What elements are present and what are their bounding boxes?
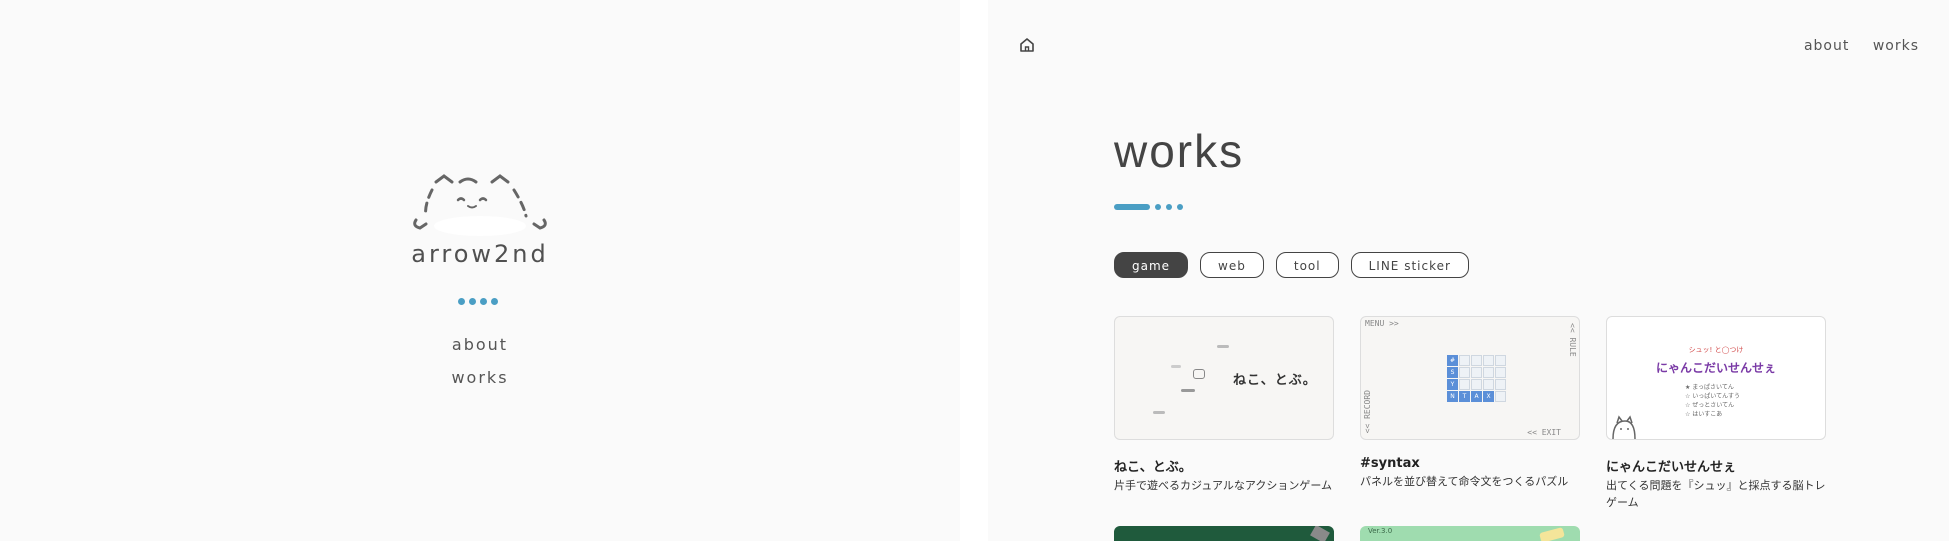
work-title: ねこ、とぶ。 xyxy=(1114,460,1192,475)
thumb-menu: MENU >> xyxy=(1365,319,1399,328)
work-desc: 出てくる問題を『シュッ』と採点する脳トレゲーム xyxy=(1606,479,1826,509)
header-nav: about works xyxy=(1786,38,1919,54)
work-title: にゃんこだいせんせぇ xyxy=(1606,460,1737,475)
thumb-subtitle: シュッ! と◯つけ xyxy=(1688,346,1744,354)
work-thumbnail-partial[interactable] xyxy=(1114,526,1334,541)
brand-name: arrow2nd xyxy=(411,240,549,268)
work-thumbnail[interactable]: シュッ! と◯つけ にゃんこだいせんせぇ ★ まっぱさいてん ☆ いっぱいてんす… xyxy=(1606,316,1826,440)
brand-dots xyxy=(458,298,498,305)
work-desc: パネルを並び替えて命令文をつくるパズル xyxy=(1360,475,1569,488)
work-thumbnail[interactable]: MENU >> << RULE << RECORD << EXIT # S Y … xyxy=(1360,316,1580,440)
tab-game[interactable]: game xyxy=(1114,252,1189,278)
thumb-exit: << EXIT xyxy=(1527,428,1561,437)
panel-divider xyxy=(960,0,988,541)
works-page: about works works game web tool LINE sti… xyxy=(988,0,1949,541)
work-desc: 片手で遊べるカジュアルなアクションゲーム xyxy=(1114,479,1333,492)
work-thumbnail[interactable]: ねこ、とぶ。 xyxy=(1114,316,1334,440)
tab-web[interactable]: web xyxy=(1200,252,1264,278)
tab-line-sticker[interactable]: LINE sticker xyxy=(1350,252,1469,278)
nav-works[interactable]: works xyxy=(1873,38,1919,54)
page-title: works xyxy=(1114,125,1245,177)
intro-nav-works[interactable]: works xyxy=(380,367,580,400)
title-accent xyxy=(1114,204,1183,210)
work-card-neko[interactable]: ねこ、とぶ。 ねこ、とぶ。 片手で遊べるカジュアルなアクションゲーム xyxy=(1114,316,1334,494)
thumb-title: ねこ、とぶ。 xyxy=(1233,373,1317,388)
nav-about[interactable]: about xyxy=(1804,38,1849,54)
category-tabs: game web tool LINE sticker xyxy=(1114,252,1469,278)
intro-panel: arrow2nd about works xyxy=(0,0,960,541)
work-card-syntax[interactable]: MENU >> << RULE << RECORD << EXIT # S Y … xyxy=(1360,316,1580,490)
work-title: #syntax xyxy=(1360,456,1420,471)
work-card-nyanko[interactable]: シュッ! と◯つけ にゃんこだいせんせぇ ★ まっぱさいてん ☆ いっぱいてんす… xyxy=(1606,316,1826,511)
intro-nav: about works xyxy=(380,334,580,400)
thumb-title: にゃんこだいせんせぇ xyxy=(1655,361,1776,375)
work-thumbnail-partial[interactable]: Ver.3.0 xyxy=(1360,526,1580,541)
cat-corner-icon xyxy=(1612,415,1636,439)
thumb-record: << RECORD xyxy=(1363,389,1372,433)
home-icon[interactable] xyxy=(1018,36,1036,54)
thumb-rule: << RULE xyxy=(1568,323,1577,357)
tab-tool[interactable]: tool xyxy=(1275,252,1339,278)
cat-logo xyxy=(413,174,547,236)
intro-nav-about[interactable]: about xyxy=(380,334,580,367)
syntax-grid: # S Y NTAX xyxy=(1447,355,1506,402)
thumb-version: Ver.3.0 xyxy=(1368,527,1393,535)
thumb-options: ★ まっぱさいてん ☆ いっぱいてんすう ☆ ぜっとさいてん ☆ はいすこあ xyxy=(1685,384,1740,418)
